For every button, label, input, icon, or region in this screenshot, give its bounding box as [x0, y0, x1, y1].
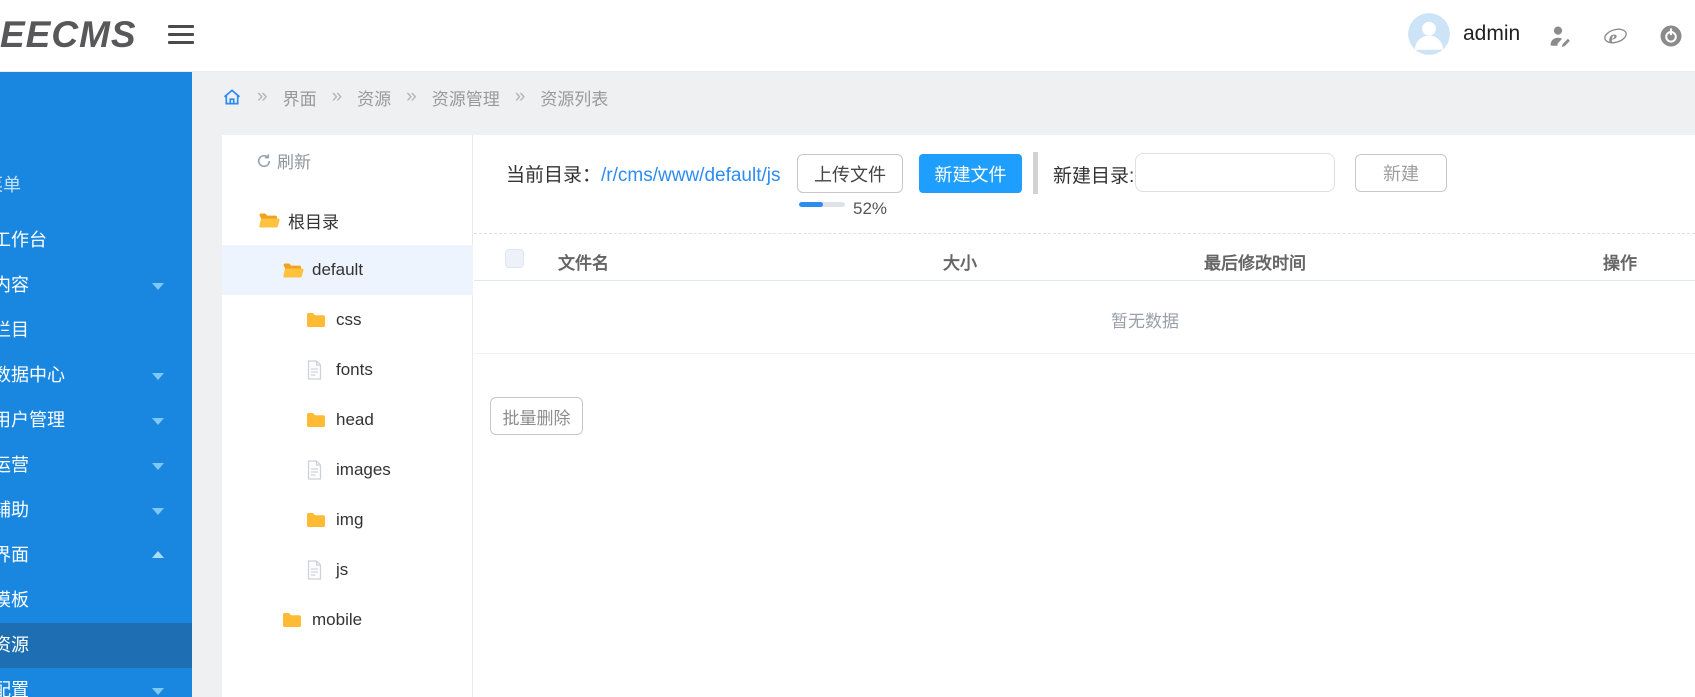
- sidebar-item-data-center[interactable]: 数据中心: [0, 353, 192, 398]
- tree-node-label: mobile: [312, 610, 363, 629]
- tree-node-label: default: [312, 260, 364, 279]
- upload-progress-fill: [799, 202, 823, 207]
- tree-node-label: 根目录: [288, 212, 339, 232]
- hamburger-menu-icon[interactable]: [168, 25, 194, 44]
- breadcrumb-item-resources[interactable]: 资源: [357, 85, 391, 110]
- sidebar-item-content[interactable]: 内容: [0, 263, 192, 308]
- app-logo: EECMS: [0, 14, 137, 55]
- sidebar-item-interface[interactable]: 界面: [0, 533, 192, 578]
- tree-node-fonts[interactable]: fonts: [222, 345, 473, 395]
- new-directory-input[interactable]: [1135, 153, 1335, 192]
- tree-node-label: images: [336, 460, 391, 479]
- upload-progress-percent: 52%: [853, 199, 888, 218]
- breadcrumb: » 界面 » 资源 » 资源管理 » 资源列表: [222, 84, 608, 110]
- chevron-down-icon: [152, 418, 164, 425]
- sidebar-nav: 菜单 工作台 内容 栏目 数据中心 用户管理 运营 辅助 界面 模板 资源 配置: [0, 72, 192, 697]
- sidebar-item-templates[interactable]: 模板: [0, 578, 192, 623]
- table-row-border: [474, 353, 1695, 354]
- column-header-filename: 文件名: [558, 254, 609, 273]
- breadcrumb-separator: »: [257, 86, 268, 107]
- file-icon: [306, 360, 328, 380]
- sidebar-item-settings[interactable]: 配置: [0, 668, 192, 697]
- column-header-operations: 操作: [1603, 254, 1637, 273]
- tree-node-js[interactable]: js: [222, 545, 473, 595]
- column-header-modified-time: 最后修改时间: [1204, 254, 1306, 273]
- tree-node-head[interactable]: head: [222, 395, 473, 445]
- breadcrumb-separator: »: [331, 86, 343, 107]
- tree-node-label: head: [336, 410, 374, 429]
- chevron-down-icon: [152, 688, 164, 695]
- table-header-border: [474, 280, 1695, 281]
- current-directory-label: 当前目录：: [506, 165, 602, 186]
- upload-progress-bar: [799, 202, 845, 207]
- sidebar-item-resources[interactable]: 资源: [0, 623, 192, 668]
- select-all-checkbox[interactable]: [505, 249, 524, 268]
- breadcrumb-item-resource-management[interactable]: 资源管理: [432, 85, 500, 110]
- tree-node-root[interactable]: 根目录: [222, 195, 473, 245]
- sidebar-item-operations[interactable]: 运营: [0, 443, 192, 488]
- sidebar-item-workbench[interactable]: 工作台: [0, 218, 192, 263]
- breadcrumb-separator: »: [406, 86, 417, 107]
- username-label[interactable]: admin: [1463, 22, 1520, 46]
- refresh-icon: [257, 153, 271, 167]
- chevron-up-icon: [152, 551, 164, 558]
- upload-file-button[interactable]: 上传文件: [797, 154, 903, 193]
- create-button[interactable]: 新建: [1355, 154, 1447, 192]
- tree-node-img[interactable]: img: [222, 495, 473, 545]
- folder-icon: [282, 610, 304, 630]
- avatar-person-icon: [1408, 13, 1450, 55]
- batch-delete-button[interactable]: 批量删除: [490, 397, 583, 435]
- refresh-button[interactable]: 刷新: [256, 148, 311, 173]
- app-window: EECMS admin e 单 工作台 内容 栏目 数据中心 用户管理 运营 辅…: [0, 0, 1695, 697]
- file-icon: [306, 460, 328, 480]
- table-top-divider: [474, 233, 1695, 234]
- folder-icon: [306, 410, 328, 430]
- toolbar-divider: [1033, 152, 1038, 194]
- file-list-panel: [473, 135, 1695, 697]
- tree-node-css[interactable]: css: [222, 295, 473, 345]
- new-directory-label: 新建目录:: [1053, 166, 1135, 187]
- breadcrumb-item-resource-list[interactable]: 资源列表: [540, 85, 608, 110]
- tree-node-images[interactable]: images: [222, 445, 473, 495]
- sidebar-item-user-management[interactable]: 用户管理: [0, 398, 192, 443]
- chevron-down-icon: [152, 463, 164, 470]
- power-logout-icon[interactable]: [1659, 24, 1683, 48]
- breadcrumb-separator: »: [514, 86, 526, 107]
- home-icon[interactable]: [222, 87, 242, 107]
- tree-node-default[interactable]: default: [222, 245, 473, 295]
- sidebar-item-assist[interactable]: 辅助: [0, 488, 192, 533]
- empty-data-text: 暂无数据: [1111, 312, 1179, 331]
- folder-icon: [306, 310, 328, 330]
- edit-profile-icon[interactable]: [1548, 24, 1572, 48]
- column-header-size: 大小: [943, 254, 977, 273]
- folder-open-icon: [282, 260, 304, 280]
- top-header: EECMS admin e: [0, 0, 1695, 72]
- tree-node-label: img: [336, 510, 364, 529]
- sidebar-item-channels[interactable]: 栏目: [0, 308, 192, 353]
- sidebar-section-label: 菜单: [0, 175, 21, 195]
- chevron-down-icon: [152, 283, 164, 290]
- new-file-button[interactable]: 新建文件: [919, 154, 1022, 193]
- folder-icon: [306, 510, 328, 530]
- current-directory-path[interactable]: /r/cms/www/default/js: [601, 165, 780, 186]
- current-directory: 当前目录：/r/cms/www/default/js: [506, 160, 781, 187]
- folder-open-icon: [258, 210, 280, 230]
- tree-node-mobile[interactable]: mobile: [222, 595, 473, 645]
- file-icon: [306, 560, 328, 580]
- refresh-label: 刷新: [277, 153, 311, 172]
- avatar[interactable]: [1408, 13, 1450, 55]
- browser-e-icon[interactable]: e: [1603, 24, 1627, 48]
- chevron-down-icon: [152, 373, 164, 380]
- tree-node-label: fonts: [336, 360, 373, 379]
- tree-node-label: js: [336, 560, 349, 579]
- tree-node-label: css: [336, 310, 362, 329]
- breadcrumb-item-interface[interactable]: 界面: [283, 85, 317, 110]
- chevron-down-icon: [152, 508, 164, 515]
